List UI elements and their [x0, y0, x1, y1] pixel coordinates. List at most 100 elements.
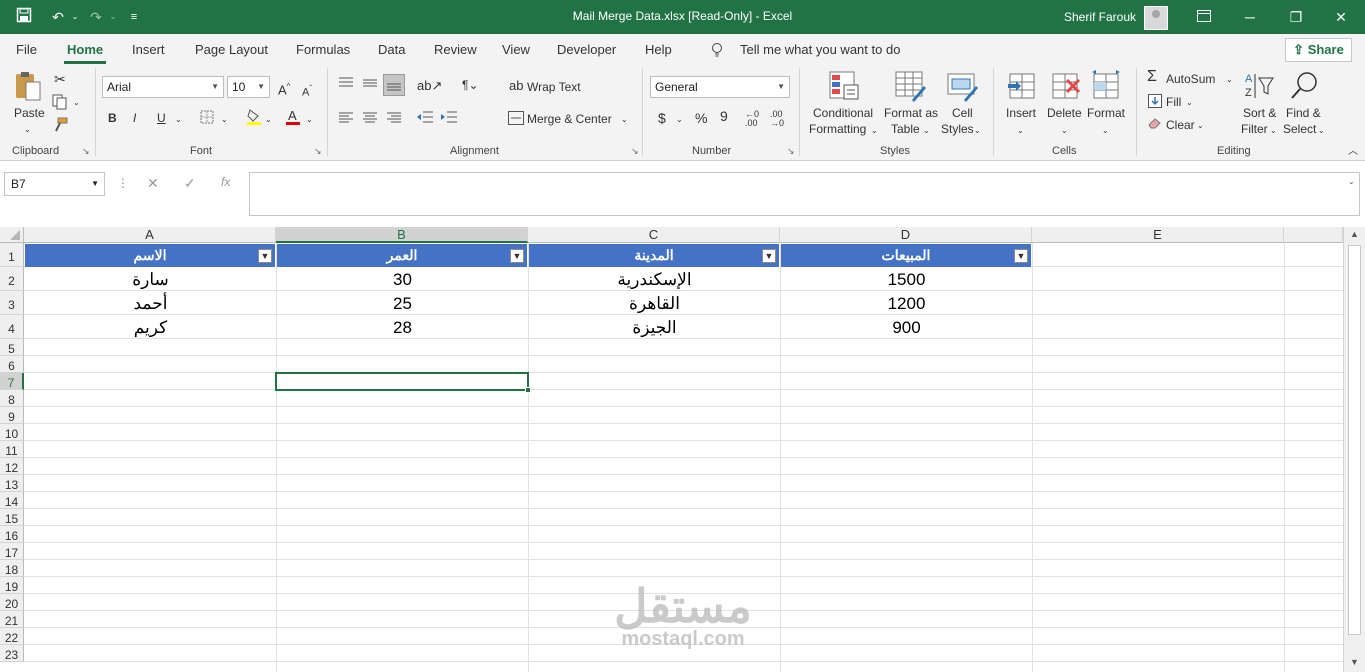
row-header[interactable]: 7	[0, 373, 24, 390]
bold-button[interactable]: B	[108, 111, 117, 126]
merge-center-icon[interactable]	[508, 111, 524, 129]
tab-review[interactable]: Review	[434, 42, 477, 57]
align-center-icon[interactable]	[362, 112, 378, 128]
comma-style-button[interactable]: 9	[720, 109, 728, 124]
bottom-align-icon[interactable]	[383, 74, 405, 96]
italic-button[interactable]: I	[133, 111, 136, 126]
formula-input[interactable]	[249, 172, 1360, 216]
paste-button[interactable]: Paste	[14, 106, 45, 121]
row-header[interactable]: 20	[0, 594, 24, 611]
table-header-cell[interactable]: الاسم ▼	[25, 244, 276, 267]
share-button[interactable]: ⇪ Share	[1285, 38, 1352, 62]
table-cell[interactable]: 25	[277, 292, 528, 316]
row-header[interactable]: 1	[0, 243, 24, 267]
tab-file[interactable]: File	[16, 42, 37, 57]
clear-button[interactable]: Clear	[1166, 118, 1195, 133]
row-header[interactable]: 8	[0, 390, 24, 407]
tell-me-search[interactable]: Tell me what you want to do	[740, 42, 900, 57]
format-painter-icon[interactable]	[52, 117, 68, 137]
fill-color-icon[interactable]	[246, 108, 262, 130]
cancel-icon[interactable]: ✕	[147, 175, 159, 192]
scrollbar-thumb[interactable]	[1348, 245, 1361, 635]
tab-formulas[interactable]: Formulas	[296, 42, 350, 57]
format-dropdown-icon[interactable]: ⌄	[1102, 123, 1109, 138]
delete-cells-button[interactable]: Delete	[1047, 106, 1082, 121]
table-cell[interactable]: 900	[781, 316, 1032, 340]
middle-align-icon[interactable]	[362, 76, 378, 94]
table-cell[interactable]: 30	[277, 268, 528, 292]
table-cell[interactable]: أحمد	[25, 292, 276, 316]
row-header[interactable]: 19	[0, 577, 24, 594]
merge-dropdown-icon[interactable]: ⌄	[621, 112, 628, 127]
row-header[interactable]: 23	[0, 645, 24, 662]
align-left-icon[interactable]	[338, 112, 354, 128]
borders-icon[interactable]	[200, 110, 214, 128]
format-cells-icon[interactable]	[1090, 70, 1122, 102]
insert-dropdown-icon[interactable]: ⌄	[1017, 123, 1024, 138]
scroll-down-icon[interactable]: ▼	[1350, 657, 1359, 667]
format-as-table-button[interactable]: Format as	[884, 106, 938, 121]
collapse-ribbon-icon[interactable]: ︿	[1348, 144, 1358, 159]
format-as-table-dropdown-icon[interactable]: ⌄	[923, 123, 930, 138]
user-name[interactable]: Sherif Farouk	[1064, 10, 1136, 24]
row-header[interactable]: 21	[0, 611, 24, 628]
row-header[interactable]: 9	[0, 407, 24, 424]
table-header-cell[interactable]: المبيعات ▼	[781, 244, 1032, 267]
sort-filter-button[interactable]: Sort &	[1243, 106, 1276, 121]
minimize-icon[interactable]: ─	[1240, 7, 1260, 27]
tab-help[interactable]: Help	[645, 42, 672, 57]
insert-function-icon[interactable]: fx	[221, 175, 230, 189]
currency-button[interactable]: $	[658, 111, 666, 126]
filter-dropdown-icon[interactable]: ▼	[1014, 249, 1028, 263]
font-dialog-launcher-icon[interactable]: ↘	[314, 146, 322, 157]
row-header[interactable]: 11	[0, 441, 24, 458]
scroll-up-icon[interactable]: ▲	[1350, 229, 1359, 239]
font-size-combo[interactable]: 10 ▼	[227, 76, 270, 98]
row-header[interactable]: 17	[0, 543, 24, 560]
fill-color-dropdown-icon[interactable]: ⌄	[265, 112, 272, 127]
wrap-text-button[interactable]: Wrap Text	[527, 80, 581, 95]
table-cell[interactable]: كريم	[25, 316, 276, 340]
row-header[interactable]: 5	[0, 339, 24, 356]
row-header[interactable]: 18	[0, 560, 24, 577]
table-cell[interactable]: الإسكندرية	[529, 268, 780, 292]
copy-dropdown-icon[interactable]: ⌄	[73, 95, 80, 110]
percent-button[interactable]: %	[695, 111, 707, 126]
decrease-font-icon[interactable]: Aˇ	[302, 81, 312, 101]
table-cell[interactable]: الجيزة	[529, 316, 780, 340]
cut-icon[interactable]: ✂	[54, 72, 66, 87]
enter-icon[interactable]: ✓	[184, 175, 196, 192]
increase-font-icon[interactable]: A^	[278, 79, 290, 97]
row-header[interactable]: 14	[0, 492, 24, 509]
decrease-indent-icon[interactable]	[416, 110, 434, 128]
expand-formula-bar-icon[interactable]: ⌄	[1348, 177, 1355, 186]
underline-dropdown-icon[interactable]: ⌄	[175, 112, 182, 127]
row-header[interactable]: 2	[0, 267, 24, 291]
format-as-table-icon[interactable]	[894, 70, 926, 102]
cell-styles-dropdown-icon[interactable]: ⌄	[974, 123, 981, 138]
merge-center-button[interactable]: Merge & Center	[527, 112, 612, 127]
column-header-f[interactable]	[1284, 227, 1343, 243]
autosum-dropdown-icon[interactable]: ⌄	[1226, 72, 1233, 87]
find-select-icon[interactable]	[1290, 70, 1322, 102]
number-format-combo[interactable]: General ▼	[650, 76, 790, 98]
row-header[interactable]: 3	[0, 291, 24, 315]
conditional-formatting-icon[interactable]	[828, 70, 860, 102]
cell-styles-icon[interactable]	[946, 70, 978, 102]
align-right-icon[interactable]	[386, 112, 402, 128]
increase-indent-icon[interactable]	[440, 110, 458, 128]
row-header[interactable]: 22	[0, 628, 24, 645]
row-header[interactable]: 4	[0, 315, 24, 339]
delete-dropdown-icon[interactable]: ⌄	[1061, 123, 1068, 138]
row-header[interactable]: 12	[0, 458, 24, 475]
row-header[interactable]: 6	[0, 356, 24, 373]
column-header-c[interactable]: C	[528, 227, 780, 243]
filter-dropdown-icon[interactable]: ▼	[762, 249, 776, 263]
orientation-icon[interactable]: ab↗	[417, 78, 442, 93]
column-header-e[interactable]: E	[1032, 227, 1284, 243]
font-color-dropdown-icon[interactable]: ⌄	[306, 112, 313, 127]
paste-dropdown-icon[interactable]: ⌄	[24, 122, 31, 137]
filter-dropdown-icon[interactable]: ▼	[510, 249, 524, 263]
table-cell[interactable]: 1200	[781, 292, 1032, 316]
tab-data[interactable]: Data	[378, 42, 405, 57]
